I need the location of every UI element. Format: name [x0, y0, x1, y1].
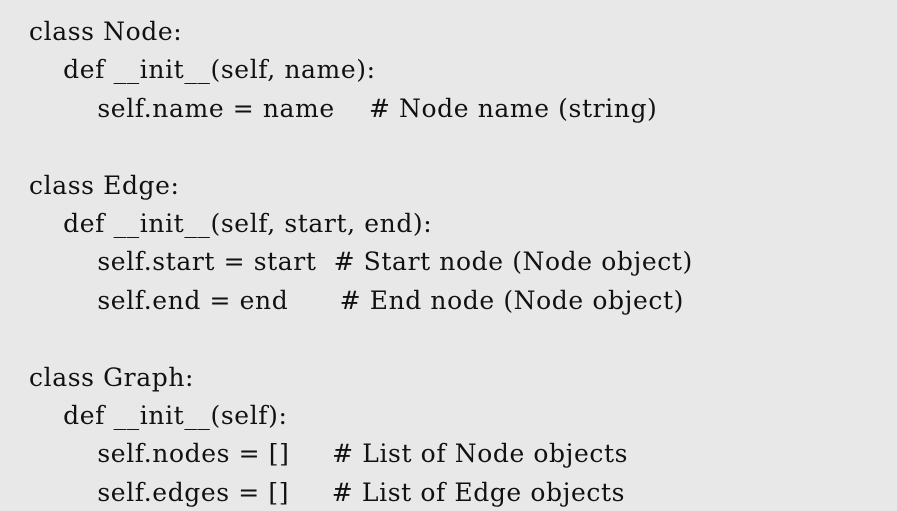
- code-line-graph-init: def __init__(self):: [29, 400, 288, 430]
- code-line-class-node: class Node:: [29, 17, 183, 46]
- code-line-edge-start: self.start = start # Start node (Node ob…: [29, 247, 693, 277]
- code-line-class-edge: class Edge:: [29, 170, 180, 200]
- code-line-class-graph: class Graph:: [29, 362, 195, 392]
- code-line-edge-end: self.end = end # End node (Node object): [29, 285, 684, 315]
- code-line-edge-init: def __init__(self, start, end):: [29, 208, 433, 238]
- code-line-graph-edges: self.edges = [] # List of Edge objects: [29, 477, 626, 507]
- code-block: class Node: def __init__(self, name): se…: [0, 0, 897, 511]
- code-line-node-name: self.name = name # Node name (string): [29, 93, 658, 123]
- code-line-node-init: def __init__(self, name):: [29, 55, 376, 85]
- code-line-graph-nodes: self.nodes = [] # List of Node objects: [29, 439, 629, 469]
